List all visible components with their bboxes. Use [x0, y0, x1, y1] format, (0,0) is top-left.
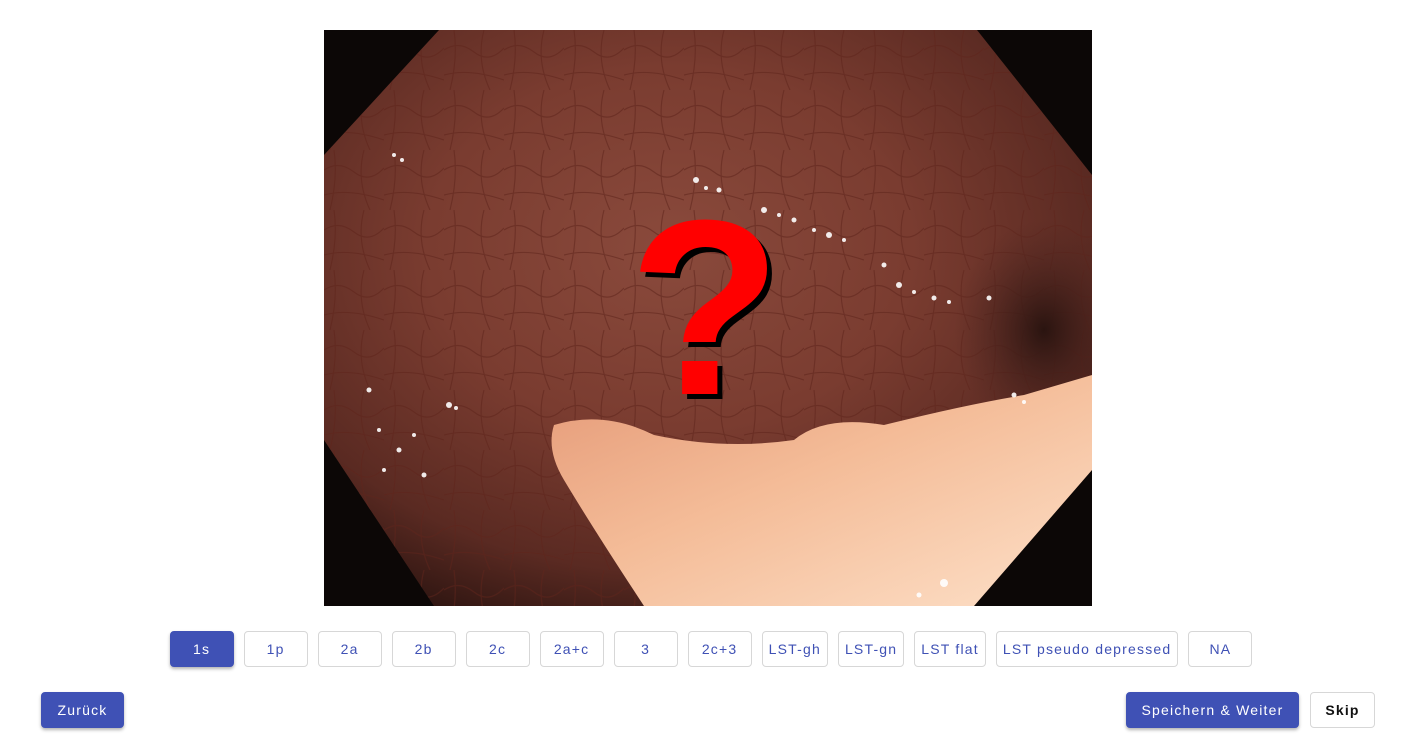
class-option-2a-c[interactable]: 2a+c	[539, 631, 604, 667]
class-option-1p[interactable]: 1p	[243, 631, 308, 667]
endoscopy-image-canvas: ? ?	[324, 30, 1092, 606]
class-option-na[interactable]: NA	[1188, 631, 1253, 667]
class-option-lst-gn[interactable]: LST-gn	[837, 631, 905, 667]
endoscopy-image: ? ?	[324, 30, 1092, 606]
svg-text:?: ?	[629, 168, 782, 447]
classification-options: 1s 1p 2a 2b 2c 2a+c 3 2c+3 LST-gh LST-gn…	[0, 631, 1422, 667]
class-option-3[interactable]: 3	[613, 631, 678, 667]
class-option-1s[interactable]: 1s	[169, 631, 234, 667]
class-option-2b[interactable]: 2b	[391, 631, 456, 667]
class-option-lst-flat[interactable]: LST flat	[914, 631, 986, 667]
class-option-2a[interactable]: 2a	[317, 631, 382, 667]
back-button[interactable]: Zurück	[41, 692, 124, 728]
class-option-lst-pseudo-depressed[interactable]: LST pseudo depressed	[995, 631, 1179, 667]
save-and-next-button[interactable]: Speichern & Weiter	[1126, 692, 1299, 728]
class-option-lst-gh[interactable]: LST-gh	[761, 631, 828, 667]
class-option-2c-3[interactable]: 2c+3	[687, 631, 752, 667]
skip-button[interactable]: Skip	[1310, 692, 1375, 728]
question-mark-icon: ? ?	[629, 168, 787, 452]
annotation-page: ? ? 1s 1p 2a 2b 2c 2a+c 3 2c+3 LST-gh LS…	[0, 0, 1422, 747]
class-option-2c[interactable]: 2c	[465, 631, 530, 667]
